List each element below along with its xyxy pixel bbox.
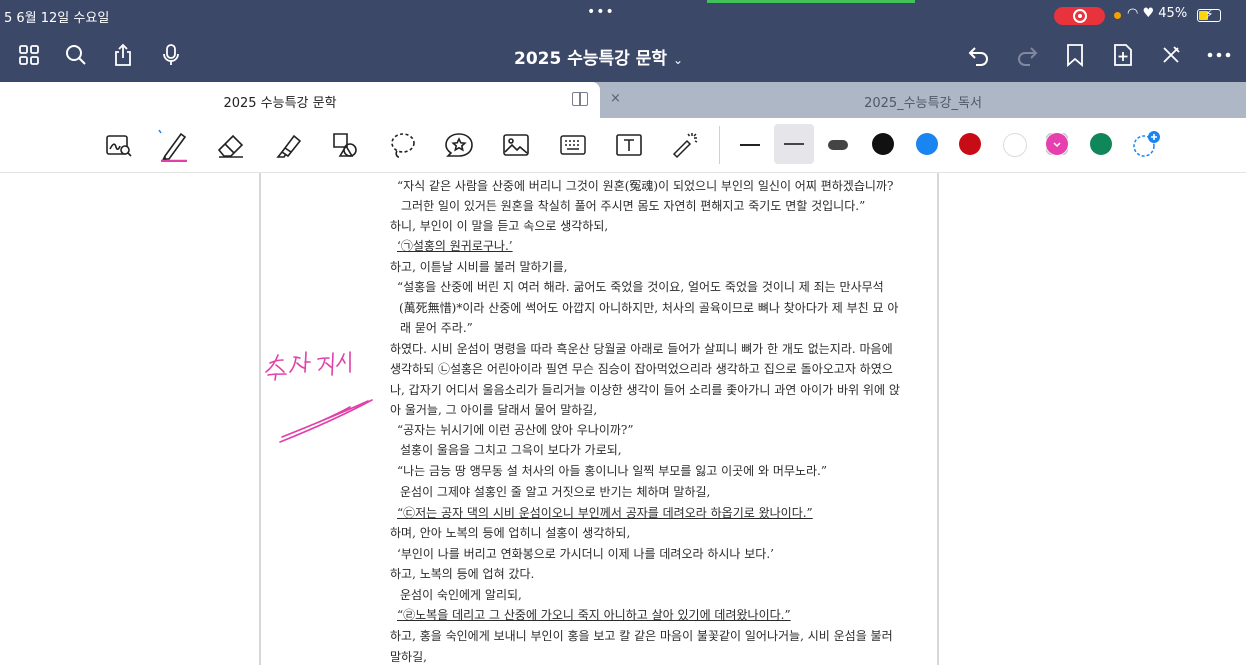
thick-stroke-option[interactable]	[821, 128, 855, 162]
color-black[interactable]	[872, 133, 894, 155]
annotation-toolbar	[0, 118, 1246, 173]
wifi-icon: ◠	[1127, 6, 1139, 21]
toolbar-separator	[719, 126, 720, 164]
top-nav-bar: 2025 수능특강 문학 ⌄	[0, 32, 1246, 82]
thin-stroke-option[interactable]	[733, 128, 767, 162]
keyboard-icon[interactable]	[556, 128, 590, 162]
mic-in-use-indicator	[1114, 12, 1121, 19]
tab-literature[interactable]: 2025 수능특강 문학	[0, 82, 600, 118]
text-line: 운섬이 그제야 설홍인 줄 알고 거짓으로 반기는 체하며 말하길,	[400, 485, 711, 499]
share-icon[interactable]	[108, 40, 138, 70]
text-line: 운섬이 숙인에게 알리되,	[400, 588, 522, 602]
color-red[interactable]	[959, 133, 981, 155]
heart-icon: ♥	[1142, 6, 1155, 21]
text-box-icon[interactable]	[612, 128, 646, 162]
close-pen-mode-icon[interactable]	[1156, 40, 1186, 70]
search-icon[interactable]	[61, 40, 91, 70]
text-line: 나, 갑자기 어디서 울음소리가 들리거늘 이상한 생각이 들어 소리를 좇아가…	[390, 383, 900, 397]
undo-icon[interactable]	[964, 40, 994, 70]
tab-label: 2025 수능특강 문학	[223, 96, 337, 111]
text-line: 하고, 이튿날 시비를 불러 말하기를,	[390, 260, 568, 274]
color-white[interactable]	[1003, 133, 1027, 157]
add-color-icon[interactable]	[1130, 128, 1164, 162]
battery-icon: ⚡	[1197, 7, 1221, 22]
text-line: “공자는 뉘시기에 이런 공산에 앉아 우나이까?”	[397, 423, 634, 437]
grid-view-icon[interactable]	[14, 40, 44, 70]
multitasking-dots[interactable]: •••	[587, 4, 615, 20]
text-line: 하였다. 시비 운섬이 명령을 따라 흑운산 당월굴 아래로 들어가 살피니 뼈…	[390, 342, 893, 356]
pen-tool-icon[interactable]	[156, 128, 190, 162]
text-line: “㉣노복을 데리고 그 산중에 가오니 죽지 아니하고 살아 있기에 데려왔나이…	[397, 608, 791, 622]
lasso-icon[interactable]	[386, 128, 420, 162]
eraser-icon[interactable]	[214, 128, 248, 162]
status-bar: 5 6월 12일 수요일 ••• ◠ ♥ 45% ⚡	[0, 0, 1246, 32]
active-call-indicator	[707, 0, 915, 3]
sticker-icon[interactable]	[442, 128, 476, 162]
medium-stroke-option[interactable]	[774, 124, 814, 164]
text-line: “설홍을 산중에 버린 지 여러 해라. 굶어도 죽었을 것이요, 얼어도 죽었…	[397, 280, 884, 294]
document-page[interactable]: “자식 같은 사람을 산중에 버리니 그것이 원혼(冤魂)이 되었으니 부인의 …	[261, 173, 937, 665]
document-tab-bar: 2025 수능특강 문학 × 2025_수능특강_독서	[0, 82, 1246, 118]
shapes-icon[interactable]	[328, 128, 362, 162]
text-line: 말하길,	[390, 650, 427, 664]
text-line: 그러한 일이 있거든 원혼을 착실히 풀어 주시면 몸도 자연히 편해지고 죽기…	[401, 199, 866, 213]
document-title[interactable]: 2025 수능특강 문학 ⌄	[514, 44, 683, 69]
status-icons: ◠ ♥ 45%	[1127, 6, 1187, 21]
bookmark-icon[interactable]	[1060, 40, 1090, 70]
text-line: 래 묻어 주라.”	[400, 321, 473, 335]
laser-pointer-icon[interactable]	[668, 128, 702, 162]
zoom-window-icon[interactable]	[102, 128, 136, 162]
microphone-icon[interactable]	[156, 40, 186, 70]
text-line: 하고, 홍을 숙인에게 보내니 부인이 홍을 보고 칼 같은 마음이 불꽃같이 …	[390, 629, 893, 643]
add-page-icon[interactable]	[1108, 40, 1138, 70]
tab-reading[interactable]: × 2025_수능특강_독서	[600, 82, 1246, 118]
text-line: 생각하되 ㉡설홍은 어린아이라 필연 무슨 짐승이 잡아먹었으리라 생각하고 집…	[390, 362, 893, 376]
text-line: 하고, 노복의 등에 업혀 갔다.	[390, 567, 535, 581]
text-line: “자식 같은 사람을 산중에 버리니 그것이 원혼(冤魂)이 되었으니 부인의 …	[397, 179, 894, 193]
page-edge	[937, 173, 939, 665]
status-time: 5 6월 12일 수요일	[4, 11, 110, 26]
text-line: ‘부인이 나를 버리고 연화봉으로 가시더니 이제 나를 데려오라 하시나 보다…	[397, 547, 774, 561]
text-line: 설홍이 울음을 그치고 그윽이 보다가 가로되,	[400, 443, 622, 457]
text-line: 하니, 부인이 이 말을 듣고 속으로 생각하되,	[390, 219, 609, 233]
tab-label: 2025_수능특강_독서	[864, 96, 982, 111]
chevron-down-icon: ⌄	[673, 53, 684, 67]
color-green[interactable]	[1090, 133, 1112, 155]
color-blue[interactable]	[916, 133, 938, 155]
color-pink-selected[interactable]	[1046, 133, 1068, 155]
split-view-icon[interactable]	[572, 92, 588, 106]
highlighter-icon[interactable]	[272, 128, 306, 162]
text-line: ‘㉠설홍의 원귀로구나.’	[397, 239, 513, 253]
battery-percent: 45%	[1158, 6, 1188, 21]
more-options-icon[interactable]	[1204, 40, 1234, 70]
image-icon[interactable]	[499, 128, 533, 162]
redo-icon[interactable]	[1012, 40, 1042, 70]
text-line: “㉢저는 공자 댁의 시비 운섬이오니 부인께서 공자를 데려오라 하옵기로 왔…	[397, 506, 813, 520]
text-line: (萬死無惜)*이라 산중에 썩어도 아깝지 아니하지만, 처사의 골육이므로 뼈…	[399, 301, 899, 315]
text-line: 아 울거늘, 그 아이를 달래서 물어 말하길,	[390, 403, 598, 417]
text-line: “나는 금능 땅 앵무동 설 처사의 아들 홍이니나 일찍 부모를 잃고 이곳에…	[397, 464, 827, 478]
screen-recording-indicator[interactable]	[1054, 7, 1105, 25]
text-line: 하며, 안아 노복의 등에 업히니 설홍이 생각하되,	[390, 526, 631, 540]
